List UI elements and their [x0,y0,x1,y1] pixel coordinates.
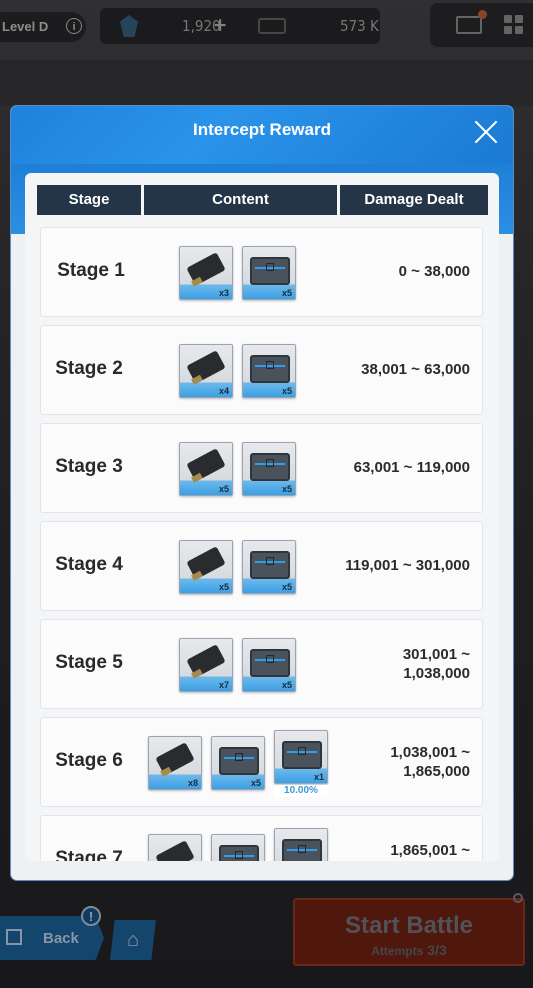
stage-label: Stage 3 [55,456,123,477]
crate-item[interactable]: x5 [242,638,296,692]
damage-range-line-1: 1,865,001 ~ [390,842,470,859]
crate-icon [250,551,290,579]
cartridge-icon [186,350,226,384]
damage-range: 63,001 ~ 119,000 [354,458,470,477]
drop-chance-badge: 10.00% [274,785,328,797]
crate-icon [250,453,290,481]
cartridge-icon [155,742,195,776]
reward-row-stage-4: Stage 4 x5 x5 119,001 ~ 301,000 [40,521,483,611]
item-quantity: x5 [281,680,292,690]
header-damage-dealt: Damage Dealt [340,185,488,215]
crate-item[interactable]: x5 [211,736,265,790]
damage-range-line-1: 38,001 ~ 63,000 [361,361,470,378]
crate-icon [219,845,259,861]
item-quantity: x5 [218,582,229,592]
rare-crate-item[interactable] [274,828,328,861]
crate-icon [250,355,290,383]
damage-range-line-1: 0 ~ 38,000 [398,263,470,280]
stage-label: Stage 4 [55,554,123,575]
reward-row-stage-7: Stage 7 1,865,001 ~ [40,815,483,861]
damage-range: 1,038,001 ~ 1,865,000 [390,743,470,781]
damage-range: 301,001 ~ 1,038,000 [403,645,470,683]
item-quantity: x3 [218,288,229,298]
item-quantity: x5 [281,582,292,592]
cartridge-icon [186,252,226,286]
reward-row-stage-1: Stage 1 x3 x5 0 ~ 38,000 [40,227,483,317]
cartridge-icon [186,448,226,482]
damage-range-line-2: 1,865,000 [403,763,470,780]
cartridge-item[interactable]: x3 [179,246,233,300]
item-quantity: x5 [250,778,261,788]
cartridge-icon [186,644,226,678]
item-quantity: x4 [218,386,229,396]
damage-range-line-2: 1,038,000 [403,665,470,682]
crate-icon [282,741,322,769]
cartridge-item[interactable]: x5 [179,442,233,496]
crate-item[interactable]: x5 [242,246,296,300]
damage-range-line-1: 63,001 ~ 119,000 [353,459,470,476]
close-icon[interactable] [473,119,499,145]
reward-row-stage-5: Stage 5 x7 x5 301,001 ~ 1,038,000 [40,619,483,709]
crate-item[interactable] [211,834,265,861]
intercept-reward-modal: Intercept Reward Stage Content Damage De… [11,106,513,880]
damage-range: 119,001 ~ 301,000 [345,556,470,575]
cartridge-icon [155,840,195,861]
cartridge-item[interactable]: x4 [179,344,233,398]
item-quantity: x8 [187,778,198,788]
modal-title: Intercept Reward [193,120,331,139]
crate-item[interactable]: x5 [242,540,296,594]
reward-table: Stage Content Damage Dealt Stage 1 x3 x5… [25,173,499,861]
crate-icon [250,649,290,677]
reward-row-stage-2: Stage 2 x4 x5 38,001 ~ 63,000 [40,325,483,415]
item-quantity: x5 [281,288,292,298]
damage-range-line-1: 119,001 ~ 301,000 [345,557,470,574]
stage-label: Stage 1 [57,260,125,281]
item-quantity: x5 [281,386,292,396]
cartridge-item[interactable]: x5 [179,540,233,594]
reward-row-stage-6: Stage 6 x8 x5 x1 10.00% 1,038,001 ~ 1,865… [40,717,483,807]
crate-item[interactable]: x5 [242,442,296,496]
stage-label: Stage 2 [55,358,123,379]
crate-icon [219,747,259,775]
item-quantity: x5 [281,484,292,494]
crate-icon [250,257,290,285]
cartridge-item[interactable]: x8 [148,736,202,790]
item-quantity: x5 [218,484,229,494]
rare-crate-item[interactable]: x1 [274,730,328,784]
cartridge-item[interactable] [148,834,202,861]
stage-label: Stage 7 [55,848,123,861]
stage-label: Stage 5 [55,652,123,673]
damage-range: 1,865,001 ~ [390,841,470,860]
reward-list[interactable]: Stage 1 x3 x5 0 ~ 38,000 Stage 2 x4 x5 3… [25,227,499,861]
item-quantity: x7 [218,680,229,690]
stage-label: Stage 6 [55,750,123,771]
damage-range: 0 ~ 38,000 [399,262,470,281]
cartridge-item[interactable]: x7 [179,638,233,692]
header-stage: Stage [37,185,141,215]
crate-icon [282,839,322,861]
item-quantity: x1 [313,772,324,782]
header-content: Content [144,185,337,215]
table-header: Stage Content Damage Dealt [37,185,488,215]
crate-item[interactable]: x5 [242,344,296,398]
damage-range-line-1: 301,001 ~ [402,646,470,663]
damage-range: 38,001 ~ 63,000 [361,360,470,379]
cartridge-icon [186,546,226,580]
reward-row-stage-3: Stage 3 x5 x5 63,001 ~ 119,000 [40,423,483,513]
damage-range-line-1: 1,038,001 ~ [390,744,470,761]
